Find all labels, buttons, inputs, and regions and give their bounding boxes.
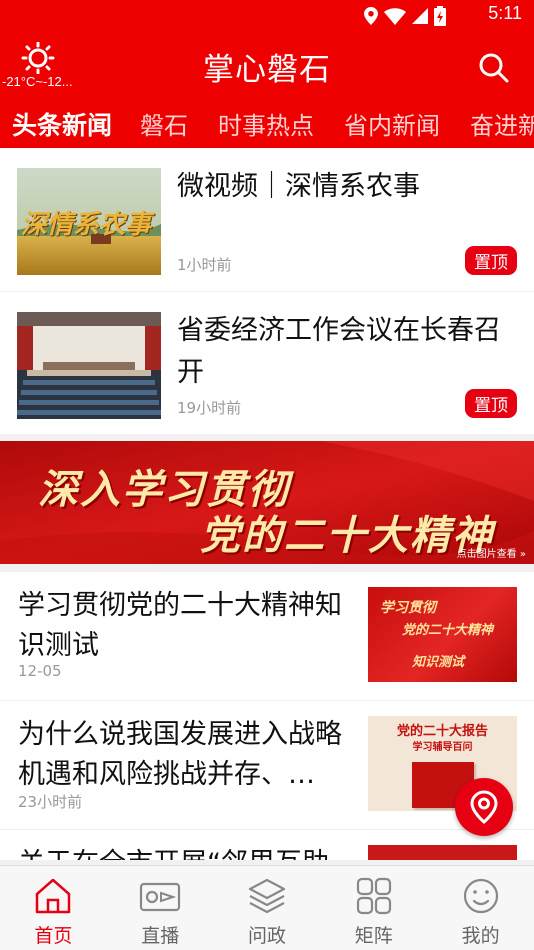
pinned-badge: 置顶 [465, 389, 517, 418]
banner-line-2: 党的二十大精神 [200, 513, 494, 559]
pinned-feed: 深情系农事 微视频｜深情系农事 1小时前 置顶 省委经济工作会议在长春召开 19… [0, 148, 534, 434]
list-item[interactable]: 为什么说我国发展进入战略机遇和风险挑战并存、… 23小时前 党的二十大报告 学习… [0, 701, 534, 830]
thumbnail-text: 党的二十大报告 [396, 724, 488, 739]
nav-label: 问政 [247, 925, 286, 947]
status-bar: 5:11 [0, 0, 534, 30]
tab-panshi[interactable]: 磐石 [140, 100, 188, 146]
article-time: 19小时前 [177, 399, 242, 417]
thumbnail-text: 学习贯彻 [380, 600, 436, 616]
thumbnail-text: 学习辅导百问 [412, 742, 473, 753]
banner-hint: 点击图片查看 » [456, 549, 526, 560]
article-time: 1小时前 [177, 256, 232, 274]
thumbnail-caption: 深情系农事 [21, 210, 152, 240]
smiley-icon [463, 878, 498, 914]
pinned-article[interactable]: 深情系农事 微视频｜深情系农事 1小时前 置顶 [0, 148, 534, 291]
nav-home[interactable]: 首页 [0, 866, 107, 950]
tab-forward[interactable]: 奋进新 [470, 100, 534, 146]
article-title: 省委经济工作会议在长春召开 [177, 315, 501, 388]
grid-icon [356, 877, 391, 915]
pinned-badge: 置顶 [465, 246, 517, 275]
promo-banner[interactable]: 深入学习贯彻 党的二十大精神 点击图片查看 » [0, 441, 534, 564]
list-item[interactable]: 关于在全市开展“邻里互助 [0, 830, 534, 860]
nav-mine[interactable]: 我的 [427, 866, 534, 950]
battery-icon [434, 6, 446, 26]
bottom-navigation: 首页 直播 问政 矩阵 我的 [0, 865, 534, 950]
app-title: 掌心磐石 [203, 52, 331, 88]
location-pin-icon [470, 790, 498, 824]
layers-icon [248, 878, 286, 914]
thumbnail-text: 知识测试 [412, 655, 465, 670]
app-header: 5:11 -21°C~-12... 掌心磐石 头条新闻 磐石 时事热点 省内新闻… [0, 0, 534, 148]
tab-current-affairs[interactable]: 时事热点 [218, 100, 314, 146]
search-button[interactable] [476, 50, 512, 86]
nav-live[interactable]: 直播 [107, 866, 214, 950]
article-title: 为什么说我国发展进入战略机遇和风险挑战并存、… [18, 719, 342, 790]
pinned-article[interactable]: 省委经济工作会议在长春召开 19小时前 置顶 [0, 291, 534, 434]
article-time: 23小时前 [18, 793, 83, 811]
article-thumbnail [17, 312, 161, 419]
nav-inquiry[interactable]: 问政 [214, 866, 321, 950]
status-time: 5:11 [488, 3, 522, 23]
video-camera-icon [140, 882, 181, 912]
search-icon [479, 53, 509, 83]
location-button[interactable] [455, 778, 513, 836]
list-item[interactable]: 学习贯彻党的二十大精神知识测试 12-05 学习贯彻 党的二十大精神 知识测试 [0, 572, 534, 701]
signal-icon [412, 8, 428, 24]
thumbnail-text: 党的二十大精神 [402, 623, 494, 638]
double-chevron-icon: » [519, 549, 526, 560]
article-list: 学习贯彻党的二十大精神知识测试 12-05 学习贯彻 党的二十大精神 知识测试 … [0, 572, 534, 860]
article-thumbnail: 深情系农事 [17, 168, 161, 275]
tab-provincial-news[interactable]: 省内新闻 [344, 100, 440, 146]
tab-headlines[interactable]: 头条新闻 [12, 100, 112, 146]
nav-matrix[interactable]: 矩阵 [320, 866, 427, 950]
wifi-icon [384, 7, 406, 25]
location-status-icon [364, 7, 378, 25]
nav-label: 我的 [461, 925, 500, 947]
home-icon [36, 878, 71, 914]
article-title: 学习贯彻党的二十大精神知识测试 [18, 590, 342, 661]
article-thumbnail: 学习贯彻 党的二十大精神 知识测试 [368, 587, 517, 682]
nav-label: 首页 [34, 925, 73, 947]
nav-label: 直播 [141, 925, 180, 947]
article-title: 关于在全市开展“邻里互助 [18, 844, 348, 860]
nav-label: 矩阵 [354, 925, 393, 947]
article-title: 微视频｜深情系农事 [177, 171, 420, 202]
category-tabs: 头条新闻 磐石 时事热点 省内新闻 奋进新 [0, 100, 534, 146]
article-thumbnail [368, 845, 517, 860]
status-icons [364, 6, 446, 26]
article-time: 12-05 [18, 662, 62, 680]
